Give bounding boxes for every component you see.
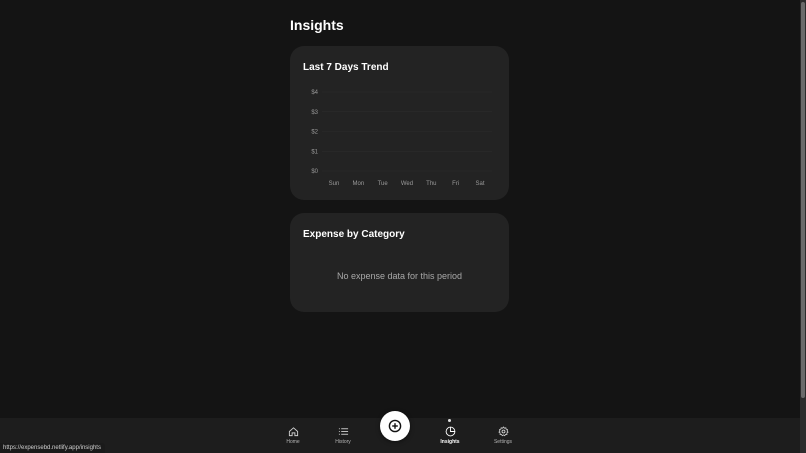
x-tick-label: Fri	[452, 181, 459, 187]
home-icon	[288, 427, 298, 437]
gear-icon	[498, 426, 508, 437]
page-title: Insights	[290, 17, 344, 33]
nav-history-label: History	[335, 439, 351, 445]
active-indicator-dot	[448, 419, 451, 422]
x-tick-label: Sun	[329, 181, 340, 187]
y-tick-label: $2	[311, 130, 318, 136]
empty-state-message: No expense data for this period	[336, 271, 463, 281]
nav-insights[interactable]: Insights	[430, 426, 470, 445]
x-tick-label: Thu	[426, 181, 436, 187]
x-tick-label: Mon	[352, 181, 364, 187]
list-icon	[338, 428, 348, 435]
plus-circle-icon	[388, 419, 402, 433]
y-tick-label: $0	[311, 169, 318, 175]
y-tick-label: $3	[311, 110, 318, 116]
nav-home-label: Home	[286, 439, 300, 445]
nav-settings-label: Settings	[493, 439, 513, 445]
pie-chart-icon	[445, 426, 455, 437]
category-card-title: Expense by Category	[303, 229, 405, 240]
y-tick-label: $4	[311, 90, 318, 96]
x-tick-label: Sat	[475, 181, 484, 187]
category-card: Expense by Category No expense data for …	[290, 213, 509, 312]
status-bar-url: https://expensebd.netlify.app/insights	[0, 443, 105, 453]
scrollbar-thumb[interactable]	[801, 2, 805, 398]
y-tick-label: $1	[311, 149, 318, 155]
nav-insights-label: Insights	[440, 439, 460, 445]
nav-history[interactable]: History	[323, 426, 363, 445]
trend-chart: $0 $1 $2 $3 $4 Sun Mon Tue Wed Thu Fri Sat	[311, 90, 492, 187]
add-expense-button[interactable]	[380, 411, 410, 441]
nav-settings[interactable]: Settings	[483, 426, 523, 445]
x-tick-label: Wed	[401, 181, 413, 187]
x-tick-label: Tue	[378, 181, 389, 187]
page-scrollbar[interactable]	[800, 0, 806, 453]
trend-card: Last 7 Days Trend $0 $1 $2 $3 $4 Sun Mon Tue Wed…	[290, 46, 509, 200]
nav-home[interactable]: Home	[273, 426, 313, 445]
